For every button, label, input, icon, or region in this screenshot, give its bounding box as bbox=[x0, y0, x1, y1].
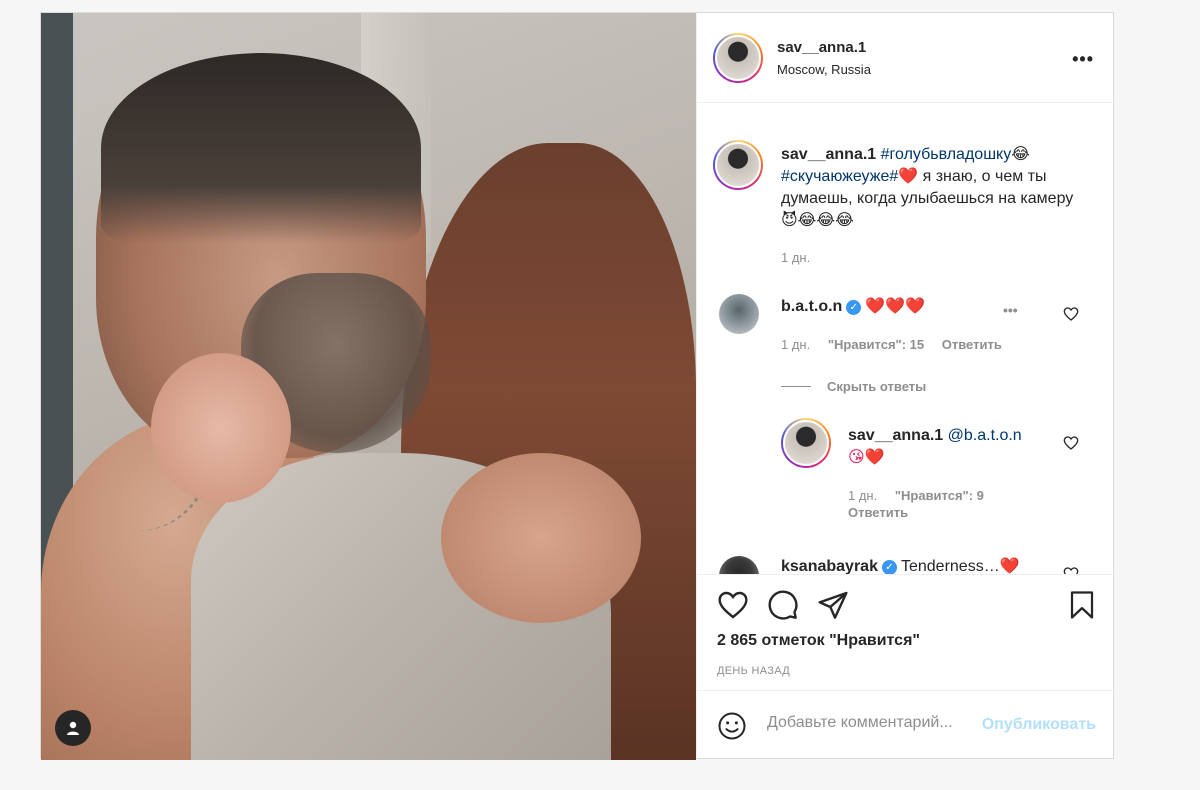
reply-time: 1 дн. bbox=[848, 488, 878, 503]
user-icon bbox=[67, 721, 79, 735]
comment-more-icon[interactable]: ••• bbox=[1003, 302, 1018, 318]
comment-username[interactable]: b.a.t.o.n bbox=[781, 298, 842, 315]
comment-like-heart-icon[interactable] bbox=[1063, 566, 1079, 574]
likes-count[interactable]: 2 865 отметок "Нравится" bbox=[717, 632, 920, 650]
post-side-panel: sav__anna.1 Moscow, Russia ••• sav__anna… bbox=[696, 13, 1114, 760]
hide-replies-button[interactable]: Скрыть ответы bbox=[781, 379, 926, 394]
instagram-post: sav__anna.1 Moscow, Russia ••• sav__anna… bbox=[40, 12, 1114, 760]
reply-likes[interactable]: "Нравится": 9 bbox=[895, 488, 984, 503]
verified-badge-icon: ✓ bbox=[881, 560, 897, 574]
comment-text: ❤️❤️❤️ bbox=[865, 298, 926, 315]
publish-button[interactable]: Опубликовать bbox=[982, 716, 1096, 734]
comment-icon[interactable] bbox=[767, 589, 799, 621]
post-timestamp: ДЕНЬ НАЗАД bbox=[717, 665, 790, 677]
comment-time: 1 дн. bbox=[781, 337, 811, 352]
divider-line bbox=[781, 386, 811, 387]
caption-username[interactable]: sav__anna.1 bbox=[781, 146, 876, 163]
reply-text: 😘❤️ bbox=[848, 449, 885, 466]
photo-hand bbox=[441, 453, 641, 623]
more-options-icon[interactable]: ••• bbox=[1072, 49, 1094, 70]
like-heart-icon[interactable] bbox=[717, 589, 749, 621]
reply-button[interactable]: Ответить bbox=[848, 505, 908, 520]
commenter-avatar[interactable] bbox=[719, 294, 759, 334]
comment: ksanabayrak ✓ Tenderness…❤️ bbox=[781, 556, 1020, 574]
post-header: sav__anna.1 Moscow, Russia ••• bbox=[697, 13, 1114, 103]
emoji: 😈😂😂😂 bbox=[781, 212, 854, 229]
post-actions: 2 865 отметок "Нравится" ДЕНЬ НАЗАД bbox=[697, 574, 1114, 690]
author-username[interactable]: sav__anna.1 bbox=[777, 39, 871, 56]
photo-hand bbox=[151, 353, 291, 503]
reply-comment: sav__anna.1 @b.a.t.o.n 😘❤️ bbox=[848, 425, 1048, 469]
reply-username[interactable]: sav__anna.1 bbox=[848, 427, 943, 444]
post-photo[interactable] bbox=[41, 13, 696, 760]
hashtag-link[interactable]: #голубьвладошку bbox=[881, 146, 1012, 163]
caption-text: sav__anna.1 #голубьвладошку😂 #скучаюжеуж… bbox=[781, 144, 1081, 232]
comments-list[interactable]: sav__anna.1 #голубьвладошку😂 #скучаюжеуж… bbox=[697, 104, 1114, 574]
comment-text: Tenderness…❤️ bbox=[900, 558, 1020, 574]
add-comment-bar: Опубликовать bbox=[697, 690, 1114, 760]
hashtag-link[interactable]: #скучаюжеуже# bbox=[781, 168, 898, 185]
post-location[interactable]: Moscow, Russia bbox=[777, 62, 871, 77]
comment-meta: 1 дн. "Нравится": 15 Ответить bbox=[781, 337, 1016, 352]
author-avatar[interactable] bbox=[713, 32, 763, 83]
emoji-picker-icon[interactable] bbox=[717, 711, 747, 741]
comment-like-heart-icon[interactable] bbox=[1063, 306, 1079, 322]
reply-button[interactable]: Ответить bbox=[942, 337, 1002, 352]
photo-man-hair bbox=[101, 53, 421, 243]
comment-username[interactable]: ksanabayrak bbox=[781, 558, 878, 574]
commenter-avatar[interactable] bbox=[719, 556, 759, 574]
caption-avatar[interactable] bbox=[713, 140, 763, 190]
reply-meta: 1 дн. "Нравится": 9 Ответить bbox=[848, 487, 998, 521]
tagged-users-button[interactable] bbox=[55, 710, 91, 746]
save-bookmark-icon[interactable] bbox=[1067, 589, 1097, 621]
verified-badge-icon: ✓ bbox=[846, 300, 862, 315]
reply-like-heart-icon[interactable] bbox=[1063, 435, 1079, 451]
caption-time: 1 дн. bbox=[781, 250, 811, 265]
heart-emoji: ❤️ bbox=[898, 168, 919, 185]
reply-avatar[interactable] bbox=[781, 418, 831, 468]
comment-likes[interactable]: "Нравится": 15 bbox=[828, 337, 924, 352]
share-icon[interactable] bbox=[817, 589, 849, 621]
comment-input[interactable] bbox=[767, 714, 987, 732]
mention-link[interactable]: @b.a.t.o.n bbox=[948, 427, 1022, 444]
emoji: 😂 bbox=[1011, 146, 1030, 163]
comment: b.a.t.o.n ✓ ❤️❤️❤️ bbox=[781, 296, 925, 318]
hide-replies-label[interactable]: Скрыть ответы bbox=[827, 379, 926, 394]
